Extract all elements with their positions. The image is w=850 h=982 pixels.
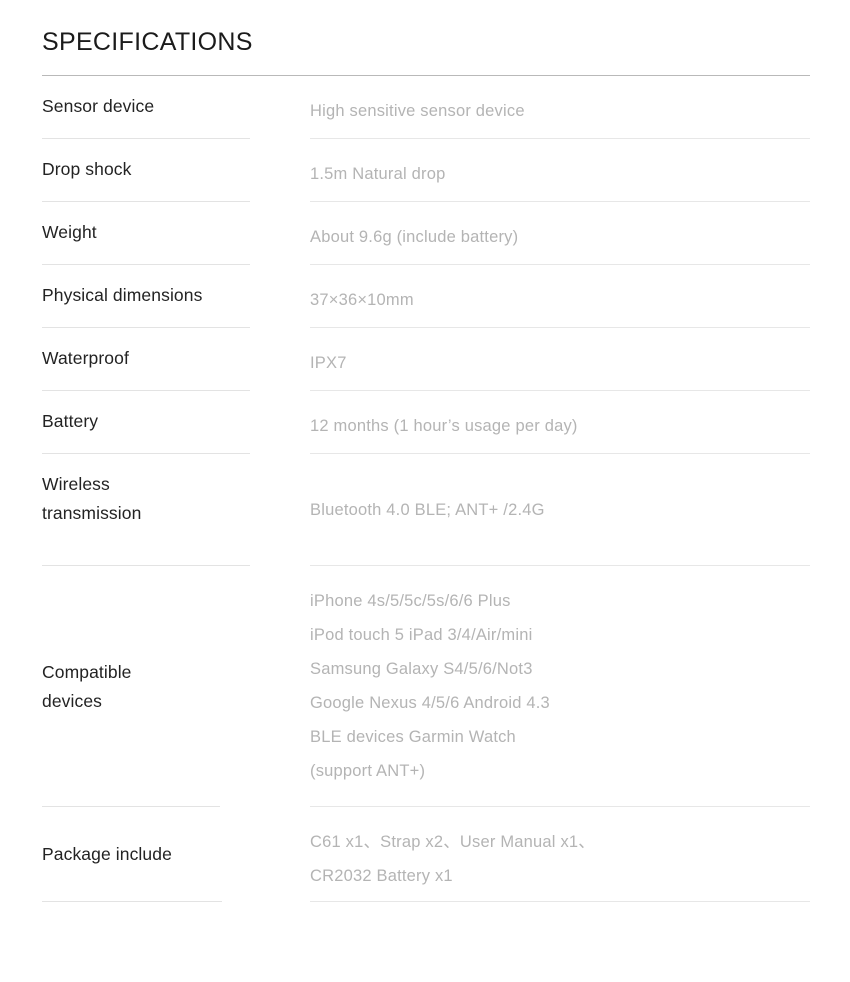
spec-value-cell: High sensitive sensor device: [310, 76, 850, 139]
spec-label: Sensor device: [42, 96, 155, 116]
table-row: Sensor device High sensitive sensor devi…: [0, 76, 850, 139]
spec-label-cell: Weight: [42, 202, 310, 265]
spec-value: IPX7: [310, 354, 347, 372]
spec-label-cell: Package include: [42, 807, 310, 902]
spec-value-cell: About 9.6g (include battery): [310, 202, 850, 265]
spec-label: Wireless transmission: [42, 474, 142, 523]
spec-value-cell: 37×36×10mm: [310, 265, 850, 328]
spec-value: About 9.6g (include battery): [310, 228, 519, 246]
spec-label: Waterproof: [42, 348, 129, 368]
page-title: SPECIFICATIONS: [42, 28, 253, 56]
spec-value: 1.5m Natural drop: [310, 165, 446, 183]
spec-value-cell: C61 x1、Strap x2、User Manual x1、 CR2032 B…: [310, 807, 850, 902]
spec-value-cell: 1.5m Natural drop: [310, 139, 850, 202]
spec-label-cell: Sensor device: [42, 76, 310, 139]
spec-label: Battery: [42, 411, 99, 431]
spec-label: Compatible devices: [42, 661, 132, 711]
table-row: Drop shock 1.5m Natural drop: [0, 139, 850, 202]
spec-value-cell: 12 months (1 hour’s usage per day): [310, 391, 850, 454]
spec-label: Drop shock: [42, 159, 132, 179]
spec-value: 37×36×10mm: [310, 291, 414, 309]
spec-value-cell: iPhone 4s/5/5c/5s/6/6 Plus iPod touch 5 …: [310, 566, 850, 807]
spec-label-cell: Battery: [42, 391, 310, 454]
specifications-header: SPECIFICATIONS: [0, 0, 850, 76]
spec-value: iPhone 4s/5/5c/5s/6/6 Plus iPod touch 5 …: [310, 592, 550, 780]
specifications-table: Sensor device High sensitive sensor devi…: [0, 76, 850, 902]
spec-label-cell: Compatible devices: [42, 566, 310, 807]
spec-value: C61 x1、Strap x2、User Manual x1、 CR2032 B…: [310, 833, 595, 885]
table-row: Compatible devices iPhone 4s/5/5c/5s/6/6…: [0, 566, 850, 807]
table-row: Battery 12 months (1 hour’s usage per da…: [0, 391, 850, 454]
specifications-page: SPECIFICATIONS Sensor device High sensit…: [0, 0, 850, 982]
spec-label-cell: Drop shock: [42, 139, 310, 202]
table-row: Physical dimensions 37×36×10mm: [0, 265, 850, 328]
table-row: Package include C61 x1、Strap x2、User Man…: [0, 807, 850, 902]
table-row: Wireless transmission Bluetooth 4.0 BLE;…: [0, 454, 850, 566]
spec-label: Physical dimensions: [42, 285, 203, 305]
spec-value-cell: IPX7: [310, 328, 850, 391]
table-row: Waterproof IPX7: [0, 328, 850, 391]
spec-label-cell: Physical dimensions: [42, 265, 310, 328]
spec-label: Weight: [42, 222, 97, 242]
spec-value-cell: Bluetooth 4.0 BLE; ANT+ /2.4G: [310, 454, 850, 566]
spec-label: Package include: [42, 844, 172, 864]
spec-value: Bluetooth 4.0 BLE; ANT+ /2.4G: [310, 501, 545, 519]
spec-value: 12 months (1 hour’s usage per day): [310, 417, 578, 435]
table-row: Weight About 9.6g (include battery): [0, 202, 850, 265]
spec-label-cell: Wireless transmission: [42, 454, 310, 566]
spec-value: High sensitive sensor device: [310, 102, 525, 120]
spec-label-cell: Waterproof: [42, 328, 310, 391]
